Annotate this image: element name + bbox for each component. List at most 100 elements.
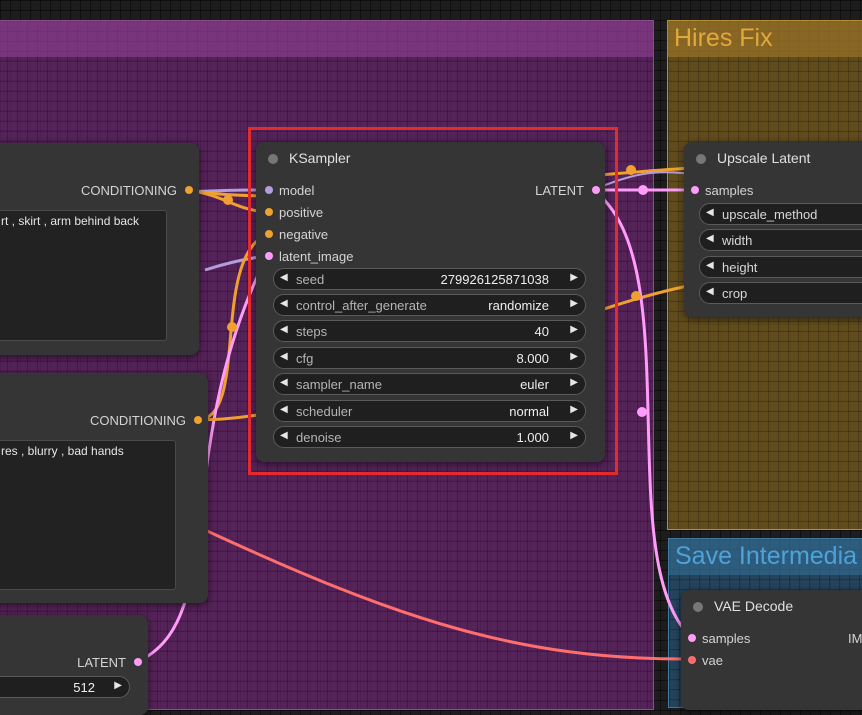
widget-value: 279926125871038 — [440, 272, 549, 287]
decrement-arrow-icon[interactable]: ◀ — [706, 233, 714, 244]
latent-output-dot[interactable] — [592, 186, 600, 194]
conditioning-output-dot[interactable] — [185, 186, 193, 194]
width-widget[interactable]: ◀ width — [699, 229, 862, 251]
conditioning-output-slot[interactable]: CONDITIONING — [80, 183, 193, 198]
control-after-generate-widget[interactable]: ◀ control_after_generate randomize ▶ — [273, 294, 586, 316]
node-title: KSampler — [289, 150, 351, 166]
decrement-arrow-icon[interactable]: ◀ — [280, 377, 288, 388]
latent-output-slot[interactable]: LATENT — [535, 183, 600, 198]
samples-input-dot[interactable] — [691, 186, 699, 194]
conditioning-output-dot[interactable] — [194, 416, 202, 424]
increment-arrow-icon[interactable]: ▶ — [570, 351, 578, 362]
upscale-method-widget[interactable]: ◀ upscale_method — [699, 203, 862, 225]
slot-label: model — [279, 183, 315, 198]
vae-decode-node[interactable]: VAE Decode samples vae IM — [681, 590, 862, 710]
steps-widget[interactable]: ◀ steps 40 ▶ — [273, 320, 586, 342]
wire-reroute-dot — [631, 291, 641, 301]
crop-widget[interactable]: ◀ crop — [699, 282, 862, 304]
samples-input-slot[interactable]: samples — [688, 631, 751, 646]
increment-arrow-icon[interactable]: ▶ — [570, 324, 578, 335]
negative-prompt-node[interactable]: CONDITIONING res , blurry , bad hands — [0, 373, 208, 603]
widget-label: scheduler — [296, 404, 353, 419]
seed-widget[interactable]: ◀ seed 279926125871038 ▶ — [273, 268, 586, 290]
node-title: VAE Decode — [714, 598, 794, 614]
decrement-arrow-icon[interactable]: ◀ — [280, 430, 288, 441]
ksampler-node[interactable]: KSampler model positive negative latent_… — [256, 142, 605, 462]
positive-input-dot[interactable] — [265, 208, 273, 216]
node-collapse-dot-icon[interactable] — [693, 602, 703, 612]
node-collapse-dot-icon[interactable] — [696, 154, 706, 164]
slot-label: IM — [848, 631, 862, 646]
widget-value: euler — [520, 377, 549, 392]
slot-label: positive — [279, 205, 324, 220]
wire-reroute-dot — [638, 185, 648, 195]
scheduler-widget[interactable]: ◀ scheduler normal ▶ — [273, 400, 586, 422]
slot-label: samples — [702, 631, 751, 646]
negative-prompt-textbox[interactable]: res , blurry , bad hands — [0, 440, 176, 590]
image-output-slot[interactable]: IM — [848, 631, 862, 646]
increment-arrow-icon[interactable]: ▶ — [114, 680, 122, 691]
empty-latent-node[interactable]: LATENT 512 ▶ — [0, 615, 148, 715]
denoise-widget[interactable]: ◀ denoise 1.000 ▶ — [273, 426, 586, 448]
samples-input-dot[interactable] — [688, 634, 696, 642]
wire-vae — [204, 528, 692, 661]
slot-label: CONDITIONING — [89, 413, 186, 428]
node-collapse-dot-icon[interactable] — [268, 154, 278, 164]
latent-size-widget[interactable]: 512 ▶ — [0, 676, 130, 698]
increment-arrow-icon[interactable]: ▶ — [570, 377, 578, 388]
latent-output-dot[interactable] — [134, 658, 142, 666]
positive-input-slot[interactable]: positive — [265, 205, 324, 220]
widget-value: 512 — [73, 680, 95, 695]
widget-label: steps — [296, 324, 328, 339]
widget-label: cfg — [296, 351, 314, 366]
increment-arrow-icon[interactable]: ▶ — [570, 272, 578, 283]
widget-label: seed — [296, 272, 325, 287]
upscale-latent-node[interactable]: Upscale Latent samples ◀ upscale_method … — [684, 142, 862, 317]
wire-reroute-dot — [637, 407, 647, 417]
vae-input-dot[interactable] — [688, 656, 696, 664]
widget-label: width — [722, 233, 753, 248]
decrement-arrow-icon[interactable]: ◀ — [280, 298, 288, 309]
model-input-slot[interactable]: model — [265, 183, 315, 198]
widget-label: upscale_method — [722, 207, 818, 222]
increment-arrow-icon[interactable]: ▶ — [570, 298, 578, 309]
conditioning-output-slot[interactable]: CONDITIONING — [89, 413, 202, 428]
wire-reroute-dot — [223, 195, 233, 205]
widget-label: denoise — [296, 430, 342, 445]
cfg-widget[interactable]: ◀ cfg 8.000 ▶ — [273, 347, 586, 369]
widget-value: 8.000 — [516, 351, 549, 366]
decrement-arrow-icon[interactable]: ◀ — [706, 260, 714, 271]
sampler-name-widget[interactable]: ◀ sampler_name euler ▶ — [273, 373, 586, 395]
slot-label: negative — [279, 227, 329, 242]
wire-reroute-dot — [626, 165, 636, 175]
decrement-arrow-icon[interactable]: ◀ — [706, 207, 714, 218]
samples-input-slot[interactable]: samples — [691, 183, 754, 198]
increment-arrow-icon[interactable]: ▶ — [570, 404, 578, 415]
decrement-arrow-icon[interactable]: ◀ — [280, 324, 288, 335]
slot-label: samples — [705, 183, 754, 198]
latent-image-input-slot[interactable]: latent_image — [265, 249, 354, 264]
negative-input-dot[interactable] — [265, 230, 273, 238]
latent-image-input-dot[interactable] — [265, 252, 273, 260]
increment-arrow-icon[interactable]: ▶ — [570, 430, 578, 441]
slot-label: LATENT — [535, 183, 584, 198]
wire-reroute-dot — [227, 322, 237, 332]
decrement-arrow-icon[interactable]: ◀ — [706, 286, 714, 297]
decrement-arrow-icon[interactable]: ◀ — [280, 351, 288, 362]
widget-value: randomize — [488, 298, 549, 313]
slot-label: CONDITIONING — [80, 183, 177, 198]
height-widget[interactable]: ◀ height — [699, 256, 862, 278]
widget-label: height — [722, 260, 758, 275]
widget-value: normal — [509, 404, 549, 419]
widget-label: crop — [722, 286, 748, 301]
latent-output-slot[interactable]: LATENT — [77, 655, 142, 670]
model-input-dot[interactable] — [265, 186, 273, 194]
vae-input-slot[interactable]: vae — [688, 653, 723, 668]
slot-label: latent_image — [279, 249, 354, 264]
decrement-arrow-icon[interactable]: ◀ — [280, 404, 288, 415]
positive-prompt-textbox[interactable]: rt , skirt , arm behind back — [0, 210, 167, 341]
decrement-arrow-icon[interactable]: ◀ — [280, 272, 288, 283]
positive-prompt-node[interactable]: CONDITIONING rt , skirt , arm behind bac… — [0, 143, 199, 355]
slot-label: LATENT — [77, 655, 126, 670]
negative-input-slot[interactable]: negative — [265, 227, 329, 242]
